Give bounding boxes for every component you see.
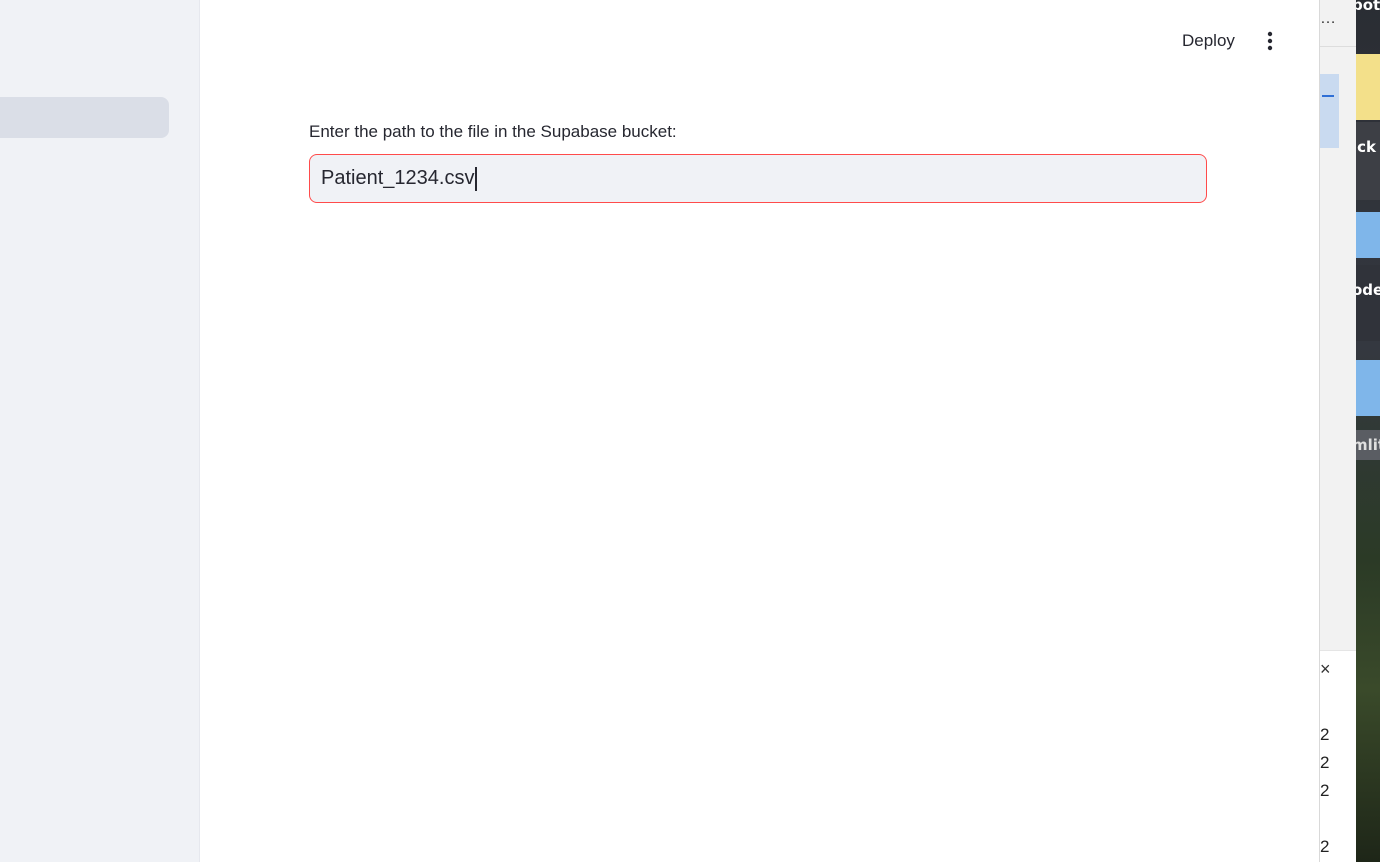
deploy-button[interactable]: Deploy — [1170, 26, 1247, 56]
selected-row — [1320, 74, 1339, 148]
desktop-icon[interactable] — [1356, 265, 1380, 341]
digit-text: 2 — [1320, 725, 1330, 744]
digit-text: 2 — [1320, 781, 1330, 800]
desktop-label: ode — [1356, 281, 1380, 299]
desktop-background: pot ick ode mlit — [1356, 0, 1380, 862]
vertical-ellipsis-icon — [1267, 31, 1273, 51]
sticky-note-tile[interactable] — [1356, 54, 1380, 120]
divider — [1320, 46, 1357, 47]
path-input-value[interactable]: Patient_1234.csv — [321, 167, 474, 190]
overflow-icon[interactable]: … — [1320, 10, 1337, 28]
desktop-icon[interactable] — [1356, 122, 1380, 200]
text-cursor — [475, 166, 478, 191]
sidebar — [0, 0, 200, 862]
close-icon[interactable]: × — [1320, 659, 1331, 680]
indicator — [1322, 95, 1334, 97]
main-menu-button[interactable] — [1256, 26, 1284, 56]
desktop-label: pot — [1356, 0, 1380, 14]
sidebar-item-selected[interactable] — [0, 97, 169, 138]
path-input-label: Enter the path to the file in the Supaba… — [309, 122, 677, 141]
digit-text: 2 — [1320, 753, 1330, 772]
folder-icon[interactable] — [1356, 212, 1380, 258]
desktop-label: mlit — [1356, 436, 1380, 454]
background-window: … × 2 2 2 2 — [1319, 0, 1357, 862]
folder-icon[interactable] — [1356, 360, 1380, 416]
main-content: Deploy Enter the path to the file in the… — [200, 0, 1319, 862]
digit-text: 2 — [1320, 837, 1330, 856]
path-input[interactable]: Patient_1234.csv — [309, 154, 1207, 203]
desktop-label: ick — [1356, 138, 1377, 156]
